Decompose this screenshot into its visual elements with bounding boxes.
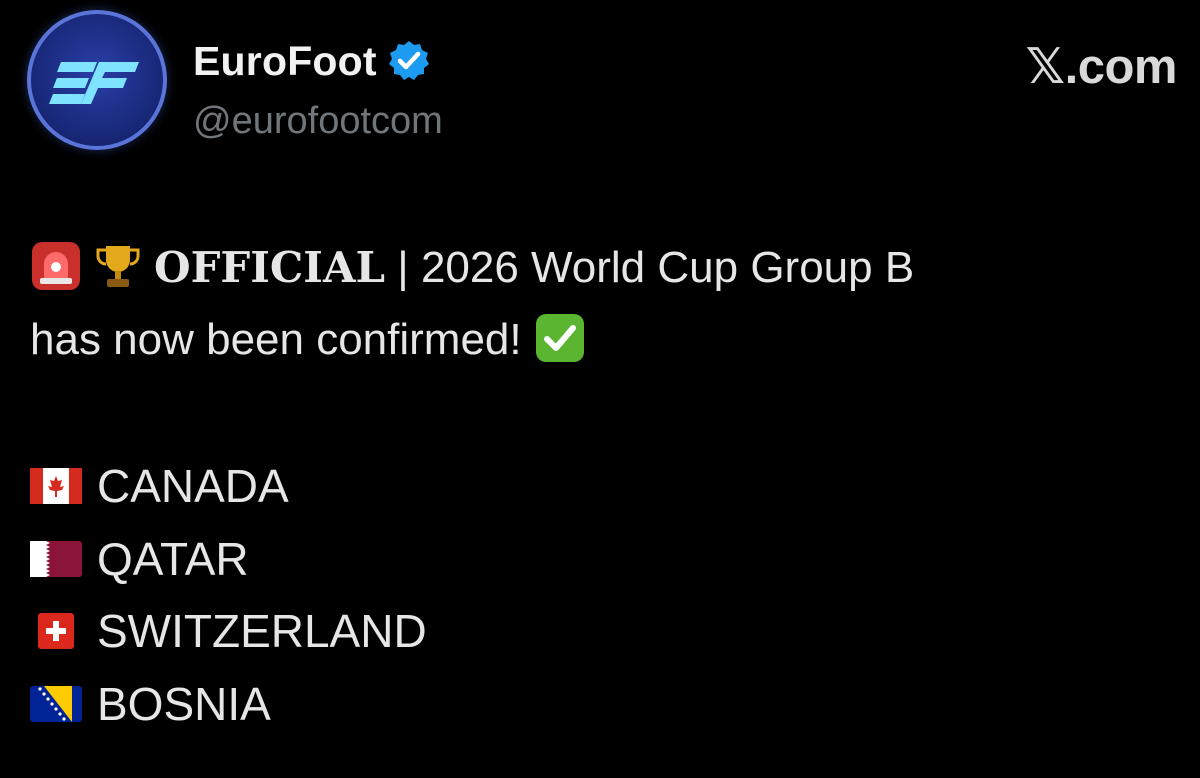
post-line-1: OFFICIAL | 2026 World Cup Group B: [30, 242, 915, 292]
siren-icon: [32, 242, 80, 291]
switzerland-flag-icon: [38, 613, 74, 650]
list-item: BOSNIA: [30, 668, 427, 741]
post-text: OFFICIAL | 2026 World Cup Group B has no…: [30, 232, 1170, 376]
team-name: QATAR: [97, 532, 249, 585]
verified-badge-icon: [388, 41, 429, 80]
list-item: QATAR: [30, 523, 427, 596]
handle[interactable]: @eurofootcom: [193, 100, 443, 143]
post-line-1-rest: | 2026 World Cup Group B: [385, 243, 915, 292]
team-name: BOSNIA: [97, 677, 271, 730]
list-item: CANADA: [30, 450, 427, 523]
post-line-2-text: has now been confirmed!: [30, 315, 534, 364]
team-name: CANADA: [97, 460, 289, 513]
team-name: SWITZERLAND: [97, 605, 427, 658]
tweet-header: EuroFoot @eurofootcom 𝕏.com: [27, 10, 1178, 160]
official-label: OFFICIAL: [154, 243, 386, 292]
x-logo: 𝕏: [1025, 38, 1065, 95]
post-line-2: has now been confirmed!: [30, 304, 1170, 376]
avatar[interactable]: [27, 10, 167, 150]
display-name[interactable]: EuroFoot: [193, 38, 377, 85]
eurofoot-logo-icon: [49, 62, 139, 104]
team-list: CANADA QATAR SWITZERLAND BOSNIA: [30, 450, 427, 740]
x-com-watermark: 𝕏.com: [1025, 38, 1178, 95]
check-mark-icon: [535, 314, 584, 363]
site-suffix: .com: [1064, 40, 1178, 94]
bosnia-flag-icon: [30, 685, 82, 722]
name-row: EuroFoot: [193, 36, 431, 86]
trophy-icon: [96, 246, 140, 288]
list-item: SWITZERLAND: [30, 595, 427, 668]
qatar-flag-icon: [30, 540, 82, 577]
canada-flag-icon: [30, 468, 82, 505]
